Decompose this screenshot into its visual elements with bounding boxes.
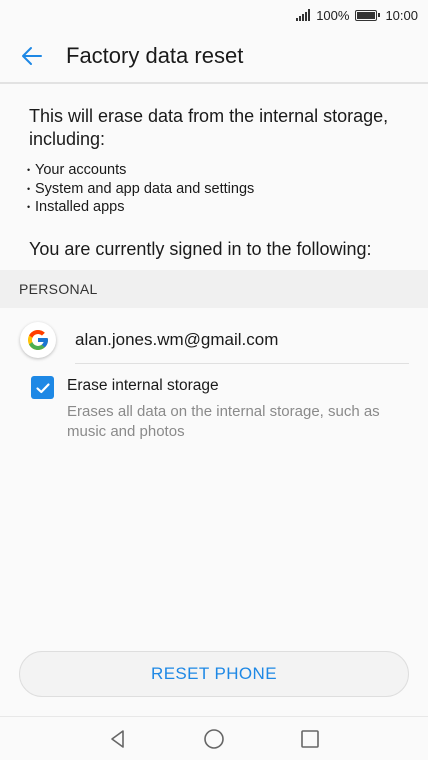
- nav-recents-button[interactable]: [299, 728, 321, 750]
- intro-text: This will erase data from the internal s…: [29, 106, 389, 149]
- account-email: alan.jones.wm@gmail.com: [75, 330, 279, 349]
- erase-storage-description: Erases all data on the internal storage,…: [67, 403, 380, 440]
- erase-storage-checkbox[interactable]: [31, 376, 54, 399]
- list-item: System and app data and settings: [27, 180, 407, 199]
- status-time: 10:00: [385, 7, 418, 23]
- nav-home-button[interactable]: [203, 728, 225, 750]
- section-header-personal: PERSONAL: [0, 270, 428, 308]
- battery-icon: [355, 9, 381, 21]
- list-item: Your accounts: [27, 161, 407, 180]
- back-button[interactable]: [4, 29, 60, 83]
- erase-storage-title: Erase internal storage: [67, 377, 219, 394]
- account-row: alan.jones.wm@gmail.com: [0, 316, 428, 364]
- page-title: Factory data reset: [66, 43, 244, 68]
- app-bar: Factory data reset: [0, 30, 428, 84]
- erase-list: Your accounts System and app data and se…: [27, 161, 407, 217]
- divider: [75, 363, 409, 364]
- status-bar: 100% 10:00: [0, 0, 428, 30]
- navigation-bar: [0, 716, 428, 760]
- nav-back-button[interactable]: [107, 728, 129, 750]
- battery-percent: 100%: [316, 7, 350, 23]
- signal-icon: [296, 9, 311, 21]
- list-item: Installed apps: [27, 198, 407, 217]
- home-circle-icon: [204, 728, 224, 749]
- back-arrow-icon: [22, 47, 42, 65]
- back-triangle-icon: [111, 729, 124, 748]
- signed-in-text: You are currently signed in to the follo…: [29, 239, 372, 259]
- checkmark-icon: [35, 382, 50, 393]
- recents-square-icon: [301, 729, 319, 748]
- reset-phone-button[interactable]: RESET PHONE: [19, 651, 409, 697]
- google-icon: [20, 322, 56, 358]
